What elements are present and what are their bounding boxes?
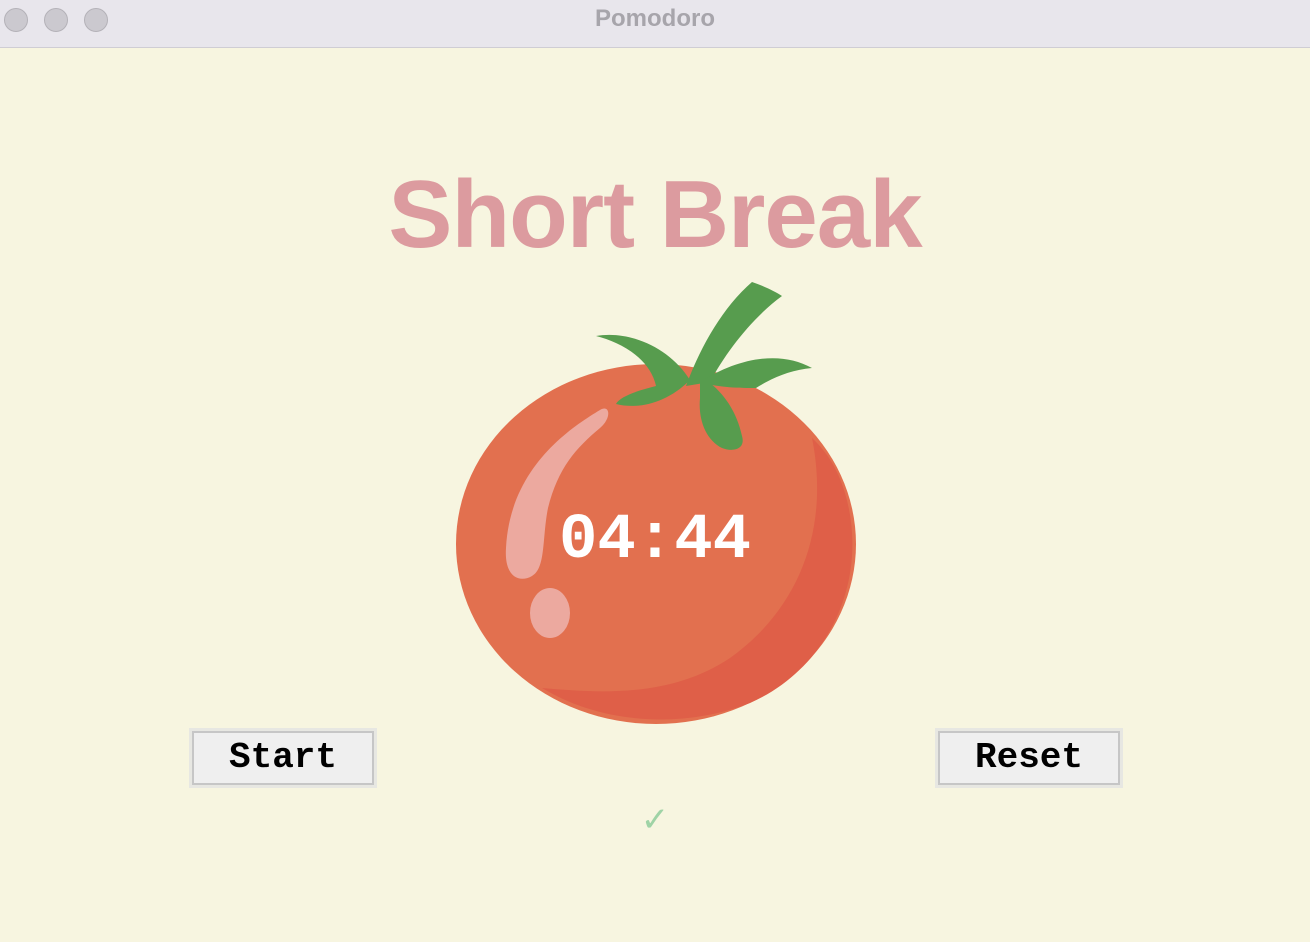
countdown-timer: 04:44 <box>558 505 752 577</box>
timer-mode-heading: Short Break <box>388 161 922 268</box>
reset-button[interactable]: Reset <box>935 728 1123 788</box>
pomodoro-window: Pomodoro Short Break 04:44 Start Reset ✓ <box>0 0 1310 942</box>
title-bar: Pomodoro <box>0 0 1310 48</box>
start-button[interactable]: Start <box>189 728 377 788</box>
window-title: Pomodoro <box>595 5 715 32</box>
tomato-highlight-small <box>530 588 570 638</box>
session-checkmarks: ✓ <box>640 800 670 840</box>
